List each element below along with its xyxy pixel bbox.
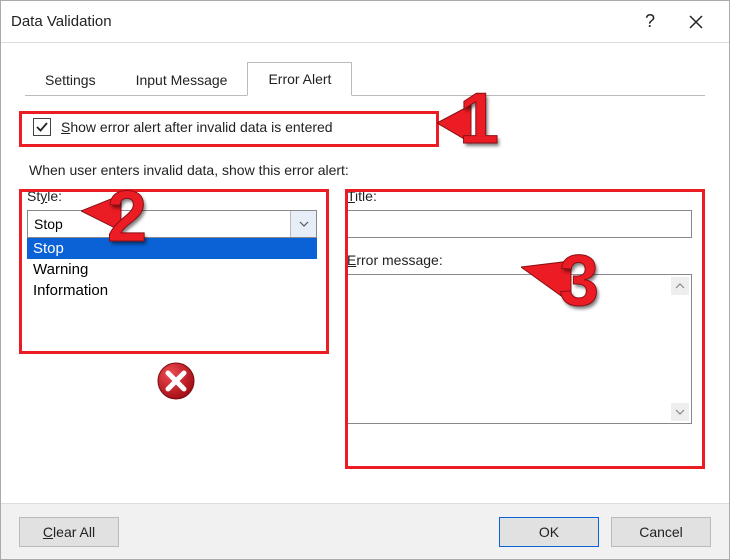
chevron-down-icon <box>299 219 309 229</box>
title-bar: Data Validation ? <box>1 1 729 43</box>
cancel-button[interactable]: Cancel <box>611 517 711 547</box>
tab-error-alert[interactable]: Error Alert <box>247 62 352 96</box>
close-icon <box>689 15 703 29</box>
style-option-warning[interactable]: Warning <box>27 259 317 280</box>
help-button[interactable]: ? <box>627 1 673 43</box>
show-error-alert-row[interactable]: Show error alert after invalid data is e… <box>27 114 341 140</box>
clear-all-button[interactable]: Clear All <box>19 517 119 547</box>
tab-content: Show error alert after invalid data is e… <box>17 96 713 424</box>
title-input[interactable] <box>347 210 692 238</box>
ok-button[interactable]: OK <box>499 517 599 547</box>
style-dropdown-value: Stop <box>28 216 290 232</box>
close-button[interactable] <box>673 1 719 43</box>
error-message-label: Error message: <box>347 252 703 268</box>
chevron-down-icon <box>675 407 685 417</box>
stop-icon <box>156 361 196 404</box>
tab-input-message[interactable]: Input Message <box>116 64 248 96</box>
style-dropdown-arrow[interactable] <box>290 211 316 237</box>
button-row: Clear All OK Cancel <box>1 503 729 559</box>
dialog-window: Data Validation ? Settings Input Message… <box>0 0 730 560</box>
show-error-alert-label: Show error alert after invalid data is e… <box>61 119 333 135</box>
style-option-stop[interactable]: Stop <box>27 238 317 259</box>
chevron-up-icon <box>675 281 685 291</box>
scroll-down-button[interactable] <box>671 403 689 421</box>
error-message-textarea[interactable] <box>347 274 692 424</box>
tab-row: Settings Input Message Error Alert <box>25 61 705 96</box>
title-label: Title: <box>347 188 703 204</box>
style-label: Style: <box>27 188 327 204</box>
tab-settings[interactable]: Settings <box>25 64 116 96</box>
dialog-title: Data Validation <box>11 13 627 30</box>
style-option-information[interactable]: Information <box>27 280 317 301</box>
style-dropdown-list: Stop Warning Information <box>27 238 317 301</box>
style-dropdown[interactable]: Stop <box>27 210 317 238</box>
section-label: When user enters invalid data, show this… <box>29 162 703 178</box>
check-icon <box>35 120 49 134</box>
scroll-up-button[interactable] <box>671 277 689 295</box>
dialog-body: Settings Input Message Error Alert Show … <box>1 43 729 438</box>
show-error-alert-checkbox[interactable] <box>33 118 51 136</box>
